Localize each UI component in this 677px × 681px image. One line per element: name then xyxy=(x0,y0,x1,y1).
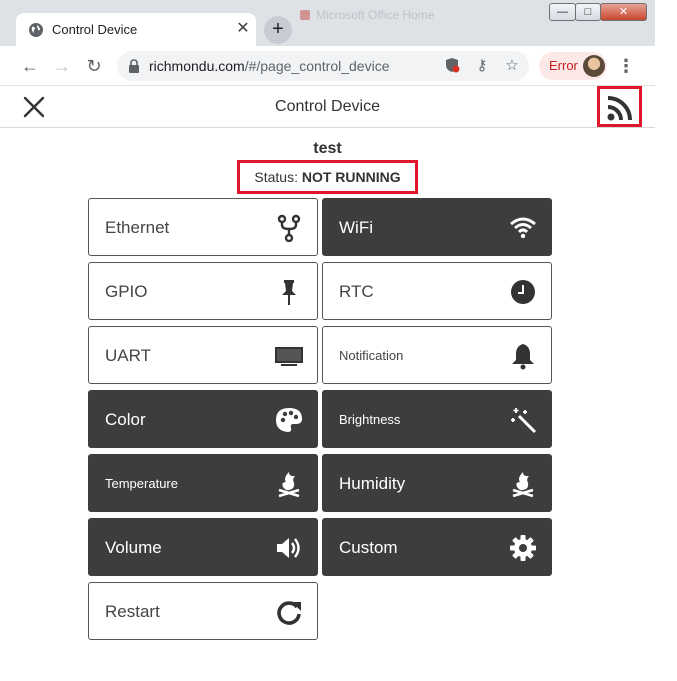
url-host: richmondu.com xyxy=(149,58,245,74)
browser-tab[interactable]: Control Device ✕ xyxy=(16,13,256,46)
tab-close-icon[interactable]: ✕ xyxy=(234,20,252,38)
status-value: NOT RUNNING xyxy=(301,169,401,185)
tile-label: Brightness xyxy=(339,412,401,427)
tile-color[interactable]: Color xyxy=(88,390,318,448)
network-fork-icon xyxy=(277,214,301,242)
rss-icon xyxy=(607,96,632,121)
globe-icon xyxy=(29,23,43,37)
status-badge: Status: NOT RUNNING xyxy=(237,160,418,194)
maximize-button[interactable]: □ xyxy=(575,3,601,21)
avatar xyxy=(583,55,605,77)
tile-label: UART xyxy=(105,346,151,365)
back-arrow-icon[interactable]: ← xyxy=(18,54,42,78)
background-tab-title: Microsoft Office Home xyxy=(316,8,435,22)
browser-titlebar: Control Device ✕ + Microsoft Office Home… xyxy=(0,0,655,46)
rss-button[interactable] xyxy=(597,86,642,127)
tile-ethernet[interactable]: Ethernet xyxy=(88,198,318,256)
gear-icon xyxy=(510,535,536,561)
tile-restart[interactable]: Restart xyxy=(88,582,318,640)
page-content: Control Device test Status: NOT RUNNING … xyxy=(0,86,655,681)
tile-label: Humidity xyxy=(339,474,406,493)
tile-temperature[interactable]: Temperature xyxy=(88,454,318,512)
tile-label: Notification xyxy=(339,348,404,363)
blocked-shield-icon[interactable] xyxy=(443,57,461,75)
tile-wifi[interactable]: WiFi xyxy=(322,198,552,256)
status-label: Status: xyxy=(254,169,302,185)
url-path: /#/page_control_device xyxy=(244,58,390,74)
menu-dots-icon[interactable]: ⋮ xyxy=(617,56,635,76)
tile-label: Restart xyxy=(105,602,160,621)
address-bar: ← → ↻ richmondu.com/#/page_control_devic… xyxy=(0,46,655,86)
redo-icon xyxy=(277,601,301,625)
wifi-icon xyxy=(510,217,536,239)
tile-humidity[interactable]: Humidity xyxy=(322,454,552,512)
clock-icon xyxy=(511,280,535,304)
tile-notification[interactable]: Notification xyxy=(322,326,552,384)
key-icon[interactable]: ⚷ xyxy=(473,57,491,75)
tile-label: Custom xyxy=(339,538,398,557)
url-input[interactable]: richmondu.com/#/page_control_device ⚷ ☆ xyxy=(117,51,529,81)
palette-icon xyxy=(276,408,302,432)
volume-icon xyxy=(277,538,300,558)
lock-icon xyxy=(129,59,139,73)
new-tab-button[interactable]: + xyxy=(264,16,292,44)
reload-icon[interactable]: ↻ xyxy=(82,54,106,78)
error-label: Error xyxy=(549,58,578,73)
tile-label: Volume xyxy=(105,538,162,557)
tab-title: Control Device xyxy=(52,22,138,37)
background-tab[interactable]: Microsoft Office Home xyxy=(300,4,470,26)
tile-label: Temperature xyxy=(105,476,178,491)
tile-uart[interactable]: UART xyxy=(88,326,318,384)
tile-label: Color xyxy=(105,410,146,429)
tile-label: WiFi xyxy=(339,218,373,237)
tile-label: GPIO xyxy=(105,282,148,301)
monitor-icon xyxy=(275,347,303,366)
fire-icon xyxy=(278,472,300,498)
tile-label: RTC xyxy=(339,282,374,301)
minimize-button[interactable]: — xyxy=(549,3,576,21)
page-title: Control Device xyxy=(275,98,380,115)
magic-wand-icon xyxy=(511,408,537,434)
url-text: richmondu.com/#/page_control_device xyxy=(149,58,389,74)
profile-error-button[interactable]: Error xyxy=(539,52,607,80)
browser-window: Control Device ✕ + Microsoft Office Home… xyxy=(0,0,655,681)
office-icon xyxy=(300,10,310,20)
tile-brightness[interactable]: Brightness xyxy=(322,390,552,448)
tile-custom[interactable]: Custom xyxy=(322,518,552,576)
bell-icon xyxy=(512,344,534,370)
device-name: test xyxy=(313,140,342,157)
tile-volume[interactable]: Volume xyxy=(88,518,318,576)
pushpin-icon xyxy=(282,280,296,305)
tile-rtc[interactable]: RTC xyxy=(322,262,552,320)
tile-gpio[interactable]: GPIO xyxy=(88,262,318,320)
star-icon[interactable]: ☆ xyxy=(503,57,521,75)
forward-arrow-icon[interactable]: → xyxy=(50,54,74,78)
close-window-button[interactable]: ✕ xyxy=(600,3,647,21)
app-header: Control Device xyxy=(0,86,655,128)
fire-icon xyxy=(512,472,534,498)
tile-label: Ethernet xyxy=(105,218,170,237)
